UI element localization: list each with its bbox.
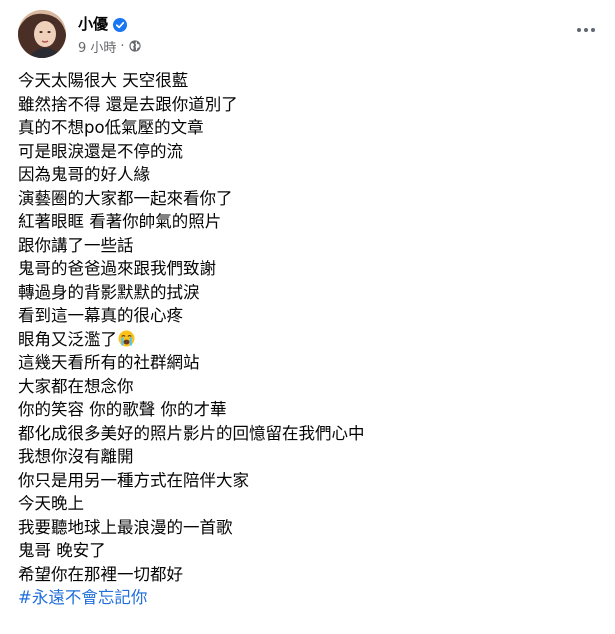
post-line: 你的笑容 你的歌聲 你的才華	[18, 400, 227, 419]
post-line-text: 眼角又泛濫了	[18, 329, 117, 349]
crying-face-emoji	[118, 330, 135, 347]
post-timestamp[interactable]: 9 小時	[78, 37, 116, 56]
post-line: 我要聽地球上最浪漫的一首歌	[18, 517, 233, 537]
post-line: 可是眼淚還是不停的流	[18, 141, 183, 161]
author-avatar[interactable]	[18, 10, 66, 58]
post-line: 鬼哥的爸爸過來跟我們致謝	[18, 259, 216, 278]
post-line: 真的不想po低氣壓的文章	[18, 118, 204, 137]
post-header: 小優 9 小時 ·	[18, 10, 598, 60]
post-line: 鬼哥 晚安了	[18, 541, 106, 560]
post-line: 因為鬼哥的好人緣	[18, 165, 150, 184]
meta-separator: ·	[120, 38, 125, 54]
avatar-photo	[18, 10, 66, 58]
hashtag-link[interactable]: #永遠不會忘記你	[18, 588, 147, 607]
post-line: 看到這一幕真的很心疼	[18, 306, 183, 325]
post-line: 今天晚上	[18, 494, 84, 513]
verified-badge-icon	[113, 17, 128, 32]
facebook-post: 小優 9 小時 · 今天太陽很大 天空很藍 雖然捨不得 還是去跟你道別了 真的不…	[0, 0, 615, 634]
post-line-with-emoji: 眼角又泛濫了	[18, 328, 598, 352]
post-line: 紅著眼眶 看著你帥氣的照片	[18, 212, 222, 231]
post-line: 大家都在想念你	[18, 376, 134, 396]
post-line: 希望你在那裡一切都好	[18, 564, 183, 584]
more-dot	[584, 28, 588, 32]
globe-icon[interactable]	[128, 40, 141, 52]
author-line: 小優	[78, 14, 128, 34]
author-name[interactable]: 小優	[78, 14, 108, 34]
post-line: 雖然捨不得 還是去跟你道別了	[18, 94, 238, 114]
post-line: 這幾天看所有的社群網站	[18, 353, 200, 372]
more-dot	[577, 28, 581, 32]
post-line: 轉過身的背影默默的拭淚	[18, 282, 200, 302]
post-line: 你只是用另一種方式在陪伴大家	[18, 470, 249, 490]
post-line: 演藝圈的大家都一起來看你了	[18, 188, 233, 208]
hashtag-line: #永遠不會忘記你	[18, 586, 598, 610]
more-options-icon[interactable]	[574, 20, 598, 40]
post-body: 今天太陽很大 天空很藍 雖然捨不得 還是去跟你道別了 真的不想po低氣壓的文章 …	[18, 69, 598, 610]
post-line: 都化成很多美好的照片影片的回憶留在我們心中	[18, 423, 365, 443]
post-line: 今天太陽很大 天空很藍	[18, 71, 189, 90]
more-dot	[591, 28, 595, 32]
post-meta: 9 小時 ·	[78, 37, 141, 56]
post-line: 跟你講了一些話	[18, 235, 134, 255]
post-line: 我想你沒有離開	[18, 447, 134, 466]
